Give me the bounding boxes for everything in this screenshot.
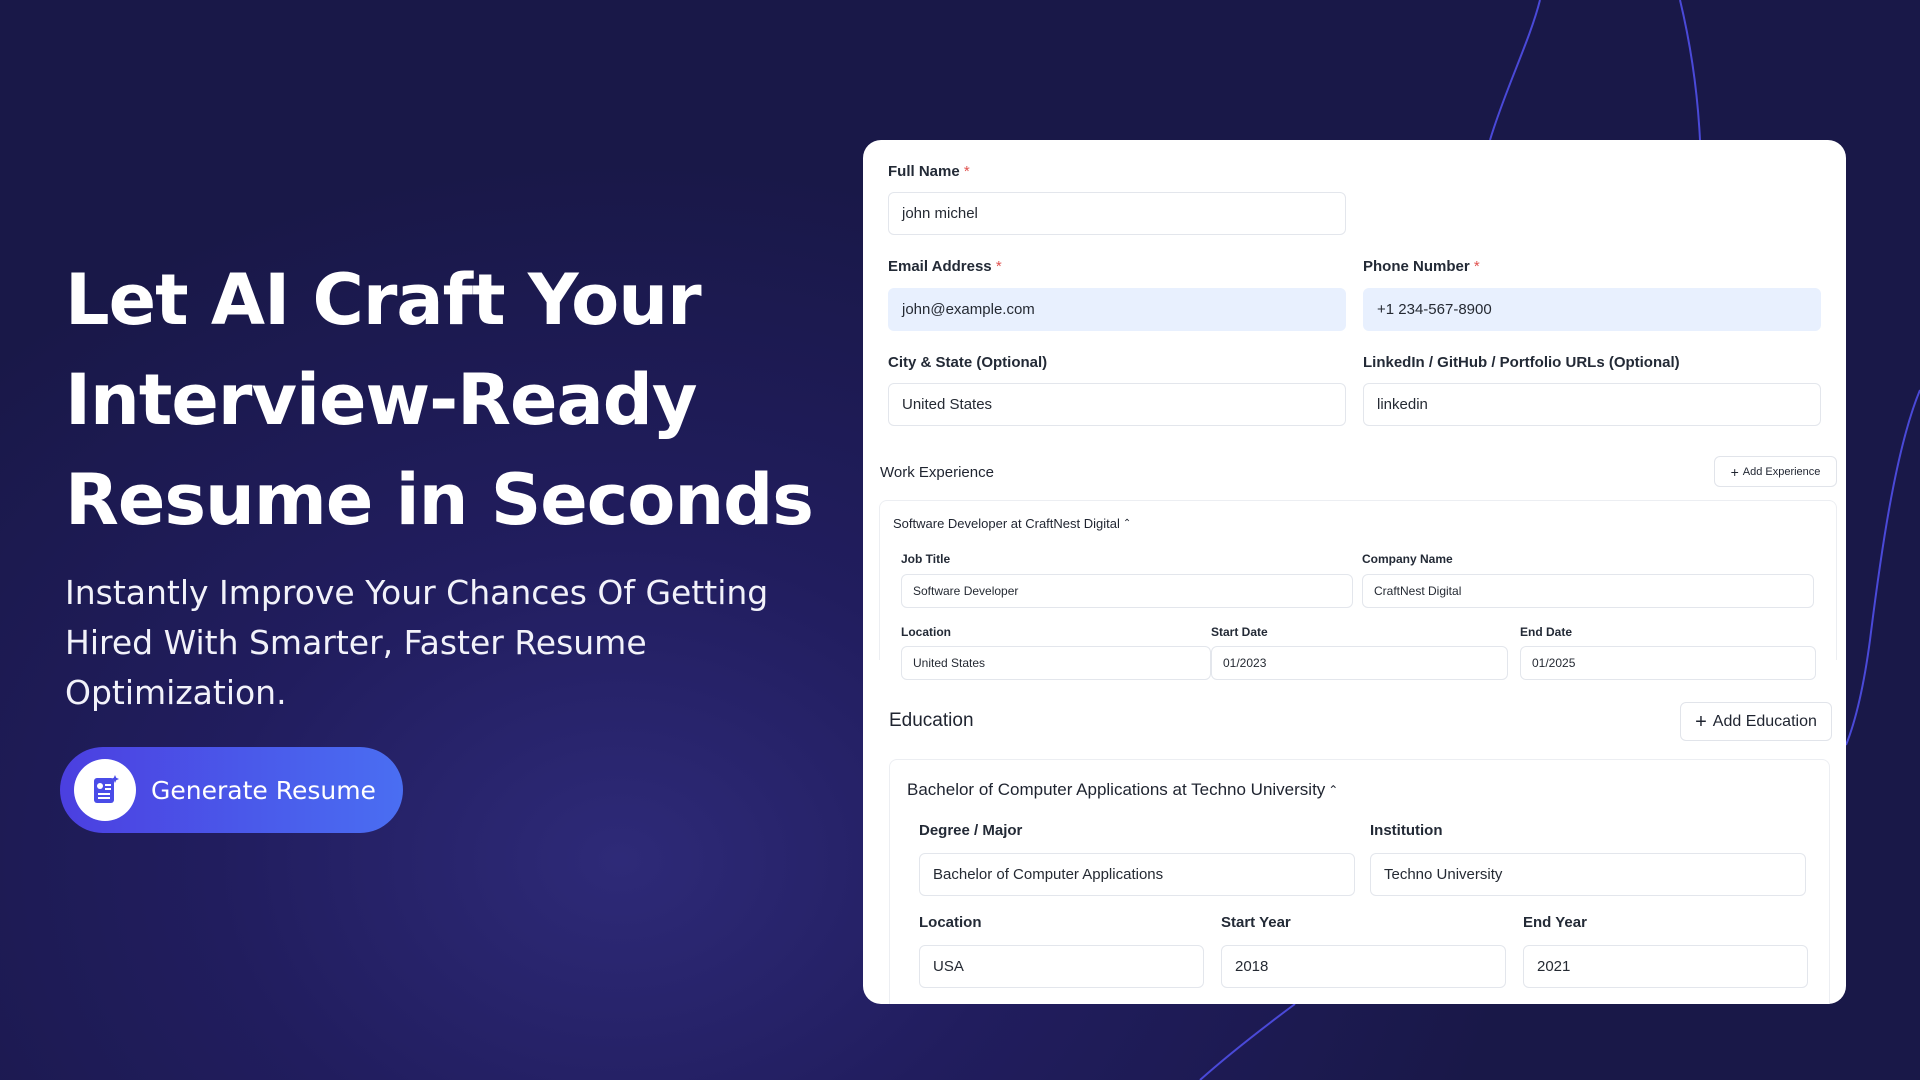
email-input[interactable]: john@example.com xyxy=(888,288,1346,331)
full-name-label-text: Full Name xyxy=(888,163,960,180)
hero-subtitle: Instantly Improve Your Chances Of Gettin… xyxy=(65,568,805,718)
education-location-input[interactable]: USA xyxy=(919,945,1204,988)
education-title: Education xyxy=(889,710,974,731)
chevron-up-icon: ⌃ xyxy=(1328,783,1339,797)
work-end-date-label: End Date xyxy=(1520,625,1573,639)
hero-subtitle-line: Optimization. xyxy=(65,673,287,712)
degree-input[interactable]: Bachelor of Computer Applications xyxy=(919,853,1355,896)
hero-section: Let AI Craft Your Interview-Ready Resume… xyxy=(65,250,825,718)
degree-label: Degree / Major xyxy=(919,822,1023,839)
hero-subtitle-line: Instantly Improve Your Chances Of Gettin… xyxy=(65,573,769,612)
hero-title: Let AI Craft Your Interview-Ready Resume… xyxy=(65,250,825,550)
work-end-date-input[interactable]: 01/2025 xyxy=(1520,646,1816,680)
add-experience-label: Add Experience xyxy=(1742,465,1821,478)
work-experience-title: Work Experience xyxy=(880,464,994,481)
links-label: LinkedIn / GitHub / Portfolio URLs (Opti… xyxy=(1363,354,1680,371)
generate-resume-button[interactable]: Generate Resume xyxy=(60,747,403,833)
email-label: Email Address * xyxy=(888,258,1002,275)
work-entry-header[interactable]: Software Developer at CraftNest Digital … xyxy=(893,516,1131,531)
institution-input[interactable]: Techno University xyxy=(1370,853,1806,896)
hero-title-line: Resume in Seconds xyxy=(65,459,814,541)
chevron-up-icon: ⌃ xyxy=(1122,518,1132,529)
resume-form-card: Full Name * john michel Email Address * … xyxy=(863,140,1846,1004)
work-entry-panel: Software Developer at CraftNest Digital … xyxy=(879,500,1837,680)
education-entry-title: Bachelor of Computer Applications at Tec… xyxy=(907,780,1326,799)
email-label-text: Email Address xyxy=(888,258,992,275)
start-year-input[interactable]: 2018 xyxy=(1221,945,1506,988)
phone-input[interactable]: +1 234-567-8900 xyxy=(1363,288,1821,331)
resume-document-icon xyxy=(74,759,136,821)
hero-title-line: Let AI Craft Your xyxy=(65,259,702,341)
work-location-label: Location xyxy=(901,625,951,639)
city-label: City & State (Optional) xyxy=(888,354,1048,371)
end-year-input[interactable]: 2021 xyxy=(1523,945,1808,988)
add-experience-button[interactable]: + Add Experience xyxy=(1714,456,1837,487)
institution-label: Institution xyxy=(1370,822,1443,839)
work-start-date-input[interactable]: 01/2023 xyxy=(1211,646,1508,680)
education-entry-panel: Bachelor of Computer Applications at Tec… xyxy=(889,759,1830,1004)
add-education-label: Add Education xyxy=(1712,712,1817,730)
job-title-input[interactable]: Software Developer xyxy=(901,574,1353,608)
city-input[interactable]: United States xyxy=(888,383,1346,426)
end-year-label: End Year xyxy=(1523,914,1587,931)
required-marker: * xyxy=(995,258,1002,275)
company-name-input[interactable]: CraftNest Digital xyxy=(1362,574,1814,608)
work-start-date-label: Start Date xyxy=(1211,625,1268,639)
education-location-label: Location xyxy=(919,914,982,931)
required-marker: * xyxy=(1473,258,1480,275)
education-entry-header[interactable]: Bachelor of Computer Applications at Tec… xyxy=(907,780,1338,800)
plus-icon: + xyxy=(1695,710,1707,733)
hero-subtitle-line: Hired With Smarter, Faster Resume xyxy=(65,623,647,662)
work-location-input[interactable]: United States xyxy=(901,646,1211,680)
job-title-label: Job Title xyxy=(901,552,951,566)
work-entry-title: Software Developer at CraftNest Digital xyxy=(893,516,1120,531)
plus-icon: + xyxy=(1730,463,1739,480)
links-input[interactable]: linkedin xyxy=(1363,383,1821,426)
phone-label-text: Phone Number xyxy=(1363,258,1470,275)
required-marker: * xyxy=(963,163,970,180)
generate-resume-label: Generate Resume xyxy=(151,775,376,805)
start-year-label: Start Year xyxy=(1221,914,1291,931)
add-education-button[interactable]: + Add Education xyxy=(1680,702,1832,741)
full-name-input[interactable]: john michel xyxy=(888,192,1346,235)
full-name-label: Full Name * xyxy=(888,163,970,180)
phone-label: Phone Number * xyxy=(1363,258,1480,275)
hero-title-line: Interview-Ready xyxy=(65,359,698,441)
company-name-label: Company Name xyxy=(1362,552,1453,566)
